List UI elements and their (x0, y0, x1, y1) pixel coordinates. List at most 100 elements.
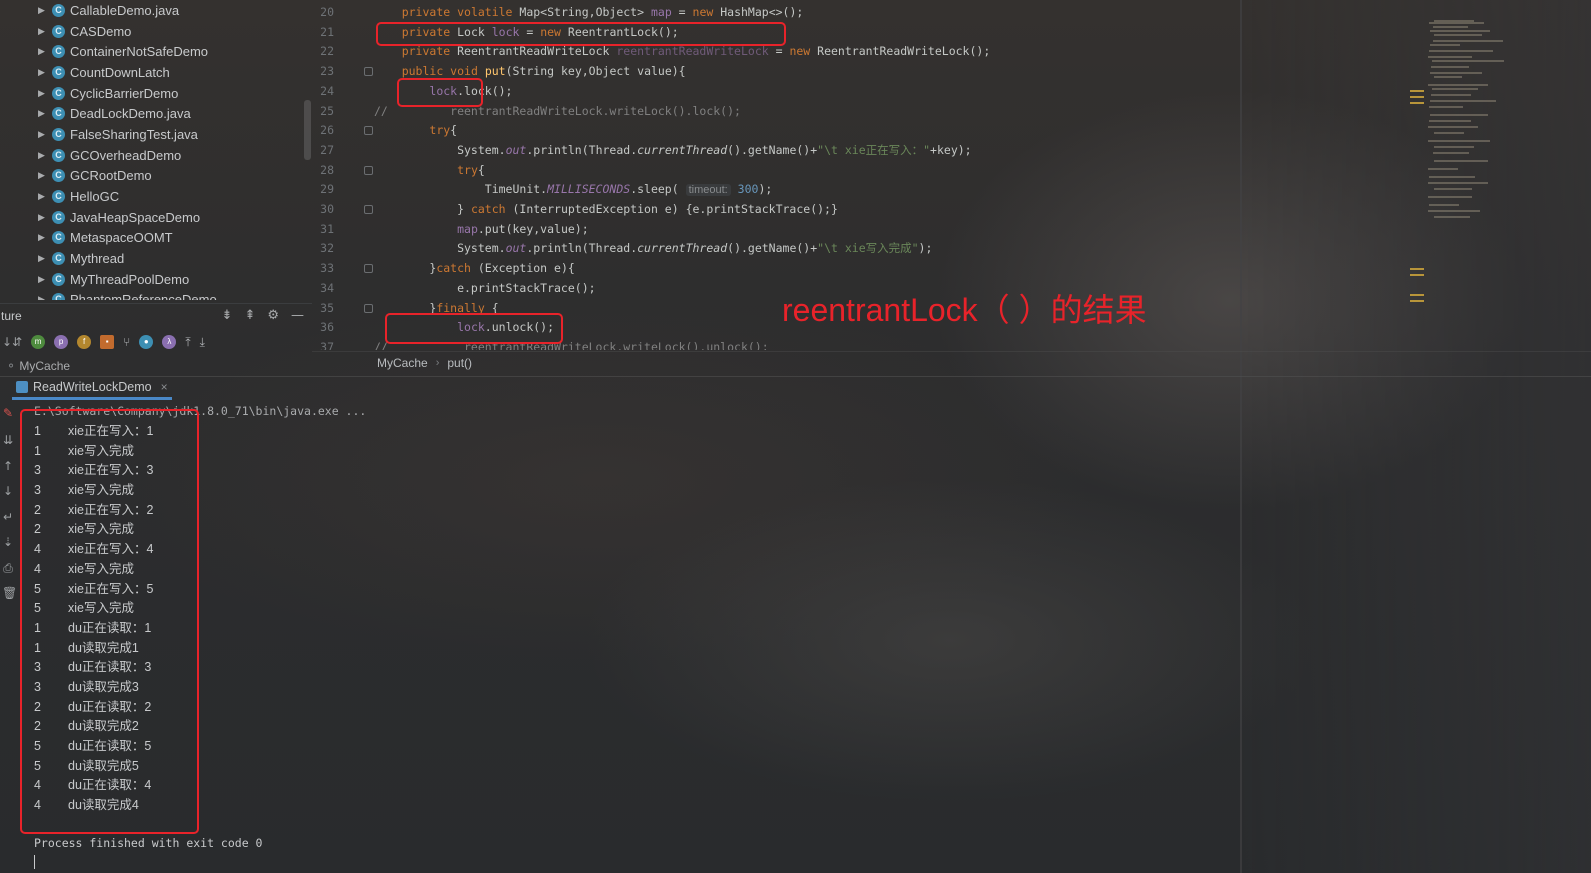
tree-item[interactable]: ▶ C CyclicBarrierDemo (0, 83, 312, 104)
minimap-line (1429, 120, 1471, 122)
minimap-warning-mark[interactable] (1410, 294, 1424, 296)
tree-item-label: CountDownLatch (70, 64, 170, 80)
minimap-warning-mark[interactable] (1410, 90, 1424, 92)
chevron-right-icon[interactable]: ▶ (38, 150, 52, 161)
annotation-box-lock-call (397, 78, 483, 107)
tree-item[interactable]: ▶ C ContainerNotSafeDemo (0, 41, 312, 62)
collapse-all-icon[interactable]: ⇞ (244, 308, 255, 323)
chevron-right-icon[interactable]: ▶ (38, 191, 52, 202)
line-number: 31 (320, 221, 334, 236)
tab-readwritelockdemo[interactable]: ReadWriteLockDemo × (12, 378, 172, 400)
fold-marker-icon[interactable] (364, 126, 373, 136)
chevron-right-icon[interactable]: ▶ (38, 253, 52, 264)
minimap-warning-mark[interactable] (1410, 268, 1424, 270)
tree-item[interactable]: ▶ C PhantomReferenceDemo (0, 290, 312, 300)
minimap-line (1434, 132, 1464, 134)
run-tab-label: ReadWriteLockDemo (33, 380, 152, 394)
structure-item-mycache[interactable]: ⚬ MyCache (0, 359, 70, 373)
tree-scrollbar[interactable] (304, 100, 311, 160)
fold-marker-icon[interactable] (364, 67, 373, 77)
tree-item[interactable]: ▶ C HelloGC (0, 186, 312, 207)
console-line: 4 du正在读取：4 (34, 776, 1234, 796)
breadcrumb-method[interactable]: put() (447, 356, 472, 370)
anonymous-classes-icon[interactable]: ● (139, 335, 154, 349)
chevron-right-icon[interactable]: ▶ (38, 170, 52, 181)
console-output[interactable]: E:\Software\Company\jdk1.8.0_71\bin\java… (34, 403, 1234, 816)
minimap-line (1428, 210, 1480, 212)
breadcrumb: MyCache › put() (312, 351, 1591, 373)
tree-item[interactable]: ▶ C MetaspaceOOMT (0, 228, 312, 249)
chevron-right-icon[interactable]: ▶ (38, 46, 52, 57)
fold-marker-icon[interactable] (364, 205, 373, 214)
edit-config-icon[interactable]: ✎ (2, 407, 14, 419)
tree-item[interactable]: ▶ C GCOverheadDemo (0, 145, 312, 166)
scroll-to-end-icon[interactable]: ⇣ (2, 536, 14, 548)
minimap-line (1429, 22, 1484, 24)
fold-marker-icon[interactable] (364, 165, 373, 175)
trash-icon[interactable]: 🗑 (2, 587, 17, 599)
code-minimap[interactable] (1402, 0, 1591, 350)
chevron-right-icon[interactable]: ▶ (38, 212, 52, 223)
close-icon[interactable]: × (161, 380, 168, 394)
chevron-right-icon[interactable]: ▶ (38, 5, 52, 16)
arrow-down-icon[interactable]: ↓ (2, 485, 14, 497)
print-icon[interactable]: ⎙ (2, 562, 14, 574)
sort-icon[interactable]: ↓⇵ (2, 335, 22, 349)
minimap-line (1428, 168, 1458, 170)
minimap-warning-mark[interactable] (1410, 274, 1424, 276)
minimap-line (1428, 84, 1488, 86)
tree-item[interactable]: ▶ C Mythread (0, 248, 312, 269)
minimap-line (1434, 146, 1474, 148)
expand-all-icon[interactable]: ⇟ (222, 308, 233, 323)
tree-item[interactable]: ▶ C JavaHeapSpaceDemo (0, 207, 312, 228)
run-config-icon (16, 381, 28, 393)
console-line: 4 xie正在写入：4 (34, 540, 1234, 560)
show-non-public-icon[interactable]: ▪ (100, 335, 115, 349)
minimap-line (1428, 56, 1472, 58)
arrow-up-icon[interactable]: ↑ (2, 460, 14, 472)
minimap-warning-mark[interactable] (1410, 96, 1424, 98)
sort-down-icon[interactable]: ⇊ (2, 434, 14, 446)
tree-item[interactable]: ▶ C CASDemo (0, 21, 312, 42)
fold-marker-icon[interactable] (364, 264, 373, 274)
chevron-right-icon[interactable]: ▶ (38, 129, 52, 140)
soft-wrap-icon[interactable]: ↵ (2, 511, 14, 523)
tree-item[interactable]: ▶ C CountDownLatch (0, 62, 312, 83)
breadcrumb-class[interactable]: MyCache (377, 356, 428, 370)
autoscroll-from-source-icon[interactable]: ⤓ (200, 335, 205, 350)
chevron-right-icon[interactable]: ▶ (38, 67, 52, 78)
tree-item[interactable]: ▶ C DeadLockDemo.java (0, 103, 312, 124)
minimap-warning-mark[interactable] (1410, 102, 1424, 104)
chevron-right-icon[interactable]: ▶ (38, 294, 52, 300)
tree-item-label: MyThreadPoolDemo (70, 271, 190, 287)
autoscroll-to-source-icon[interactable]: ⤒ (185, 335, 190, 350)
code-line-31: map.put(key,value); (457, 221, 589, 236)
minimize-icon[interactable]: — (291, 308, 304, 323)
tree-item[interactable]: ▶ C FalseSharingTest.java (0, 124, 312, 145)
console-line: 3 du读取完成3 (34, 678, 1234, 698)
console-line: 3 xie正在写入：3 (34, 461, 1234, 481)
show-methods-icon[interactable]: m (31, 335, 46, 349)
line-number: 20 (320, 5, 334, 19)
tree-item[interactable]: ▶ C CallableDemo.java (0, 0, 312, 21)
gear-icon[interactable]: ⚙ (267, 308, 279, 323)
minimap-line (1428, 182, 1488, 184)
java-class-icon: C (52, 190, 65, 204)
java-class-icon: C (52, 107, 65, 121)
chevron-right-icon[interactable]: ▶ (38, 274, 52, 285)
chevron-right-icon[interactable]: ▶ (38, 88, 52, 99)
console-line: 3 xie写入完成 (34, 481, 1234, 501)
show-properties-icon[interactable]: p (54, 335, 69, 349)
inherited-icon[interactable]: ⑂ (123, 335, 130, 349)
tree-item[interactable]: ▶ C GCRootDemo (0, 166, 312, 187)
show-fields-icon[interactable]: f (77, 335, 92, 349)
lambdas-icon[interactable]: λ (162, 335, 177, 349)
chevron-right-icon[interactable]: ▶ (38, 232, 52, 243)
tree-item[interactable]: ▶ C MyThreadPoolDemo (0, 269, 312, 290)
chevron-right-icon[interactable]: ▶ (38, 26, 52, 37)
minimap-warning-mark[interactable] (1410, 300, 1424, 302)
fold-marker-icon[interactable] (364, 303, 373, 313)
java-class-icon: C (52, 45, 65, 59)
annotation-box-console-output (20, 409, 199, 834)
chevron-right-icon[interactable]: ▶ (38, 108, 52, 119)
